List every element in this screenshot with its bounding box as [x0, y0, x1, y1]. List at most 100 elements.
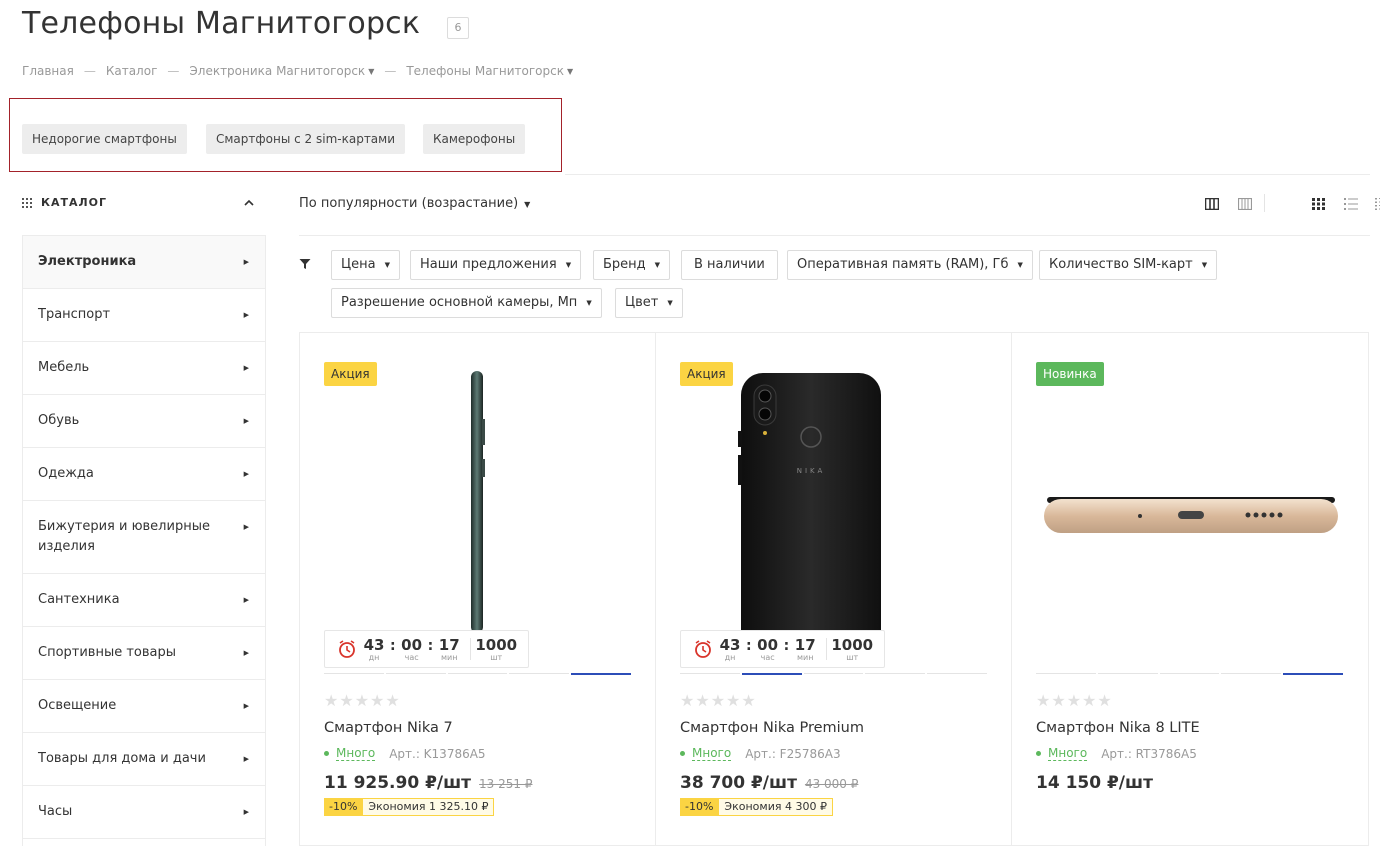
chevron-down-icon: ▼ [384, 261, 390, 269]
chevron-right-icon: ▶ [243, 523, 249, 531]
catalog-heading[interactable]: КАТАЛОГ [22, 196, 107, 209]
sidebar-item-home-garden[interactable]: Товары для дома и дачи ▶ [23, 733, 265, 786]
filter-color[interactable]: Цвет ▼ [615, 288, 683, 318]
product-card[interactable]: Акция 43 дн : 00 час : 17 мин 1000 шт ★★★★★ … [300, 333, 656, 845]
sort-dropdown[interactable]: По популярности (возрастание) ▼ [299, 196, 530, 211]
timer-pieces: 1000 шт [831, 635, 874, 662]
sidebar-item-lighting[interactable]: Освещение ▶ [23, 680, 265, 733]
sidebar-item-electronics[interactable]: Электроника ▶ [23, 236, 265, 289]
filter-brand[interactable]: Бренд ▼ [593, 250, 671, 280]
product-name[interactable]: Смартфон Nika 8 LITE [1036, 720, 1200, 736]
rating-stars[interactable]: ★★★★★ [324, 691, 401, 710]
sidebar-item-label: Одежда [38, 466, 94, 481]
product-name[interactable]: Смартфон Nika Premium [680, 720, 864, 736]
breadcrumb-catalog[interactable]: Каталог [106, 64, 158, 78]
in-stock-dot-icon [1036, 751, 1041, 756]
stock-label[interactable]: Много [336, 746, 376, 761]
sidebar-item-sports[interactable]: Спортивные товары ▶ [23, 627, 265, 680]
chevron-right-icon: ▶ [243, 702, 249, 710]
tag-dual-sim[interactable]: Смартфоны с 2 sim-картами [206, 124, 406, 154]
article-number: Арт.: K13786A5 [389, 746, 486, 761]
filter-camera[interactable]: Разрешение основной камеры, Мп ▼ [331, 288, 602, 318]
chevron-down-icon: ▼ [1017, 261, 1023, 269]
article-number: Арт.: RT3786A5 [1101, 746, 1197, 761]
image-slider-indicator[interactable] [680, 673, 987, 675]
sidebar-item-clothes[interactable]: Одежда ▶ [23, 448, 265, 501]
chevron-down-icon: ▼ [586, 299, 592, 307]
price: 11 925.90 ₽/шт 13 251 ₽ [324, 773, 533, 793]
page-title: Телефоны Магнитогорск [22, 6, 421, 41]
table-view-icon[interactable] [1375, 198, 1380, 210]
stock-label[interactable]: Много [1048, 746, 1088, 761]
chevron-right-icon: ▶ [243, 649, 249, 657]
catalog-heading-label: КАТАЛОГ [41, 196, 108, 209]
image-slider-indicator[interactable] [324, 673, 631, 675]
product-name[interactable]: Смартфон Nika 7 [324, 720, 453, 736]
filter-label: Цвет [625, 295, 659, 310]
old-price: 43 000 ₽ [804, 777, 859, 791]
stock-label[interactable]: Много [692, 746, 732, 761]
rating-stars[interactable]: ★★★★★ [680, 691, 757, 710]
sidebar-item-shoes[interactable]: Обувь ▶ [23, 395, 265, 448]
filter-offers[interactable]: Наши предложения ▼ [410, 250, 582, 280]
filter-icon[interactable] [299, 258, 311, 270]
product-count-badge: 6 [447, 17, 469, 39]
product-card[interactable]: Новинка ★★★★★ Смартфон Nika 8 LITE Много… [1012, 333, 1368, 845]
sale-badge: Акция [680, 362, 733, 386]
grid-view-icon[interactable] [1312, 198, 1326, 210]
alarm-clock-icon [339, 640, 355, 658]
rating-stars[interactable]: ★★★★★ [1036, 691, 1113, 710]
economy-amount: Экономия 1 325.10 ₽ [362, 798, 495, 816]
chevron-down-icon[interactable]: ▼ [567, 67, 573, 76]
chevron-right-icon: ▶ [243, 470, 249, 478]
product-image[interactable] [465, 369, 489, 633]
sidebar-item-label: Сантехника [38, 592, 120, 607]
sidebar-item-label: Обувь [38, 413, 80, 428]
discount-percent: -10% [324, 798, 363, 816]
chevron-right-icon: ▶ [243, 364, 249, 372]
sidebar-item-jewelry[interactable]: Бижутерия и ювелирные изделия ▶ [23, 501, 265, 574]
breadcrumb-separator: — [167, 64, 180, 78]
product-image[interactable] [1042, 491, 1342, 541]
article-number: Арт.: F25786A3 [745, 746, 841, 761]
chevron-down-icon: ▼ [565, 261, 572, 269]
breadcrumb-electronics[interactable]: Электроника Магнитогорск [189, 64, 365, 78]
filter-price[interactable]: Цена ▼ [331, 250, 400, 280]
breadcrumb-phones[interactable]: Телефоны Магнитогорск [406, 64, 564, 78]
stock-status: Много Арт.: K13786A5 [324, 746, 486, 761]
stock-status: Много Арт.: RT3786A5 [1036, 746, 1197, 761]
in-stock-dot-icon [324, 751, 329, 756]
sidebar-item-label: Часы [38, 804, 73, 819]
sidebar-item-transport[interactable]: Транспорт ▶ [23, 289, 265, 342]
view-tile-small-icon[interactable] [1238, 198, 1252, 210]
divider [299, 235, 1370, 236]
chevron-up-icon[interactable] [244, 198, 254, 209]
sidebar-item-label: Мебель [38, 360, 90, 375]
discount-info: -10% Экономия 4 300 ₽ [680, 798, 833, 816]
sidebar-item-plumbing[interactable]: Сантехника ▶ [23, 574, 265, 627]
tag-camera-phones[interactable]: Камерофоны [423, 124, 526, 154]
chevron-right-icon: ▶ [243, 311, 249, 319]
chevron-right-icon: ▶ [243, 808, 249, 816]
filter-label: Разрешение основной камеры, Мп [341, 295, 578, 310]
sidebar-item-more[interactable] [23, 839, 265, 846]
view-tile-icon[interactable] [1205, 198, 1219, 210]
divider [565, 174, 1370, 175]
economy-amount: Экономия 4 300 ₽ [718, 798, 833, 816]
breadcrumb: Главная — Каталог — Электроника Магнитог… [22, 64, 573, 78]
product-image[interactable]: NIKA [736, 371, 906, 663]
chevron-down-icon: ▼ [654, 261, 661, 269]
filter-in-stock[interactable]: В наличии [681, 250, 778, 280]
sidebar-item-watches[interactable]: Часы ▶ [23, 786, 265, 839]
timer-pieces: 1000 шт [475, 635, 518, 662]
breadcrumb-home[interactable]: Главная [22, 64, 74, 78]
product-card[interactable]: Акция NIKA 43 дн : 00 час : 17 мин 1000 … [656, 333, 1012, 845]
tag-cheap-smartphones[interactable]: Недорогие смартфоны [22, 124, 187, 154]
chevron-down-icon[interactable]: ▼ [368, 67, 374, 76]
image-slider-indicator[interactable] [1036, 673, 1343, 675]
chevron-down-icon: ▼ [667, 299, 673, 307]
list-view-icon[interactable] [1344, 198, 1358, 210]
sidebar-item-furniture[interactable]: Мебель ▶ [23, 342, 265, 395]
filter-ram[interactable]: Оперативная память (RAM), Гб ▼ [787, 250, 1033, 280]
filter-sim-count[interactable]: Количество SIM-карт ▼ [1039, 250, 1218, 280]
